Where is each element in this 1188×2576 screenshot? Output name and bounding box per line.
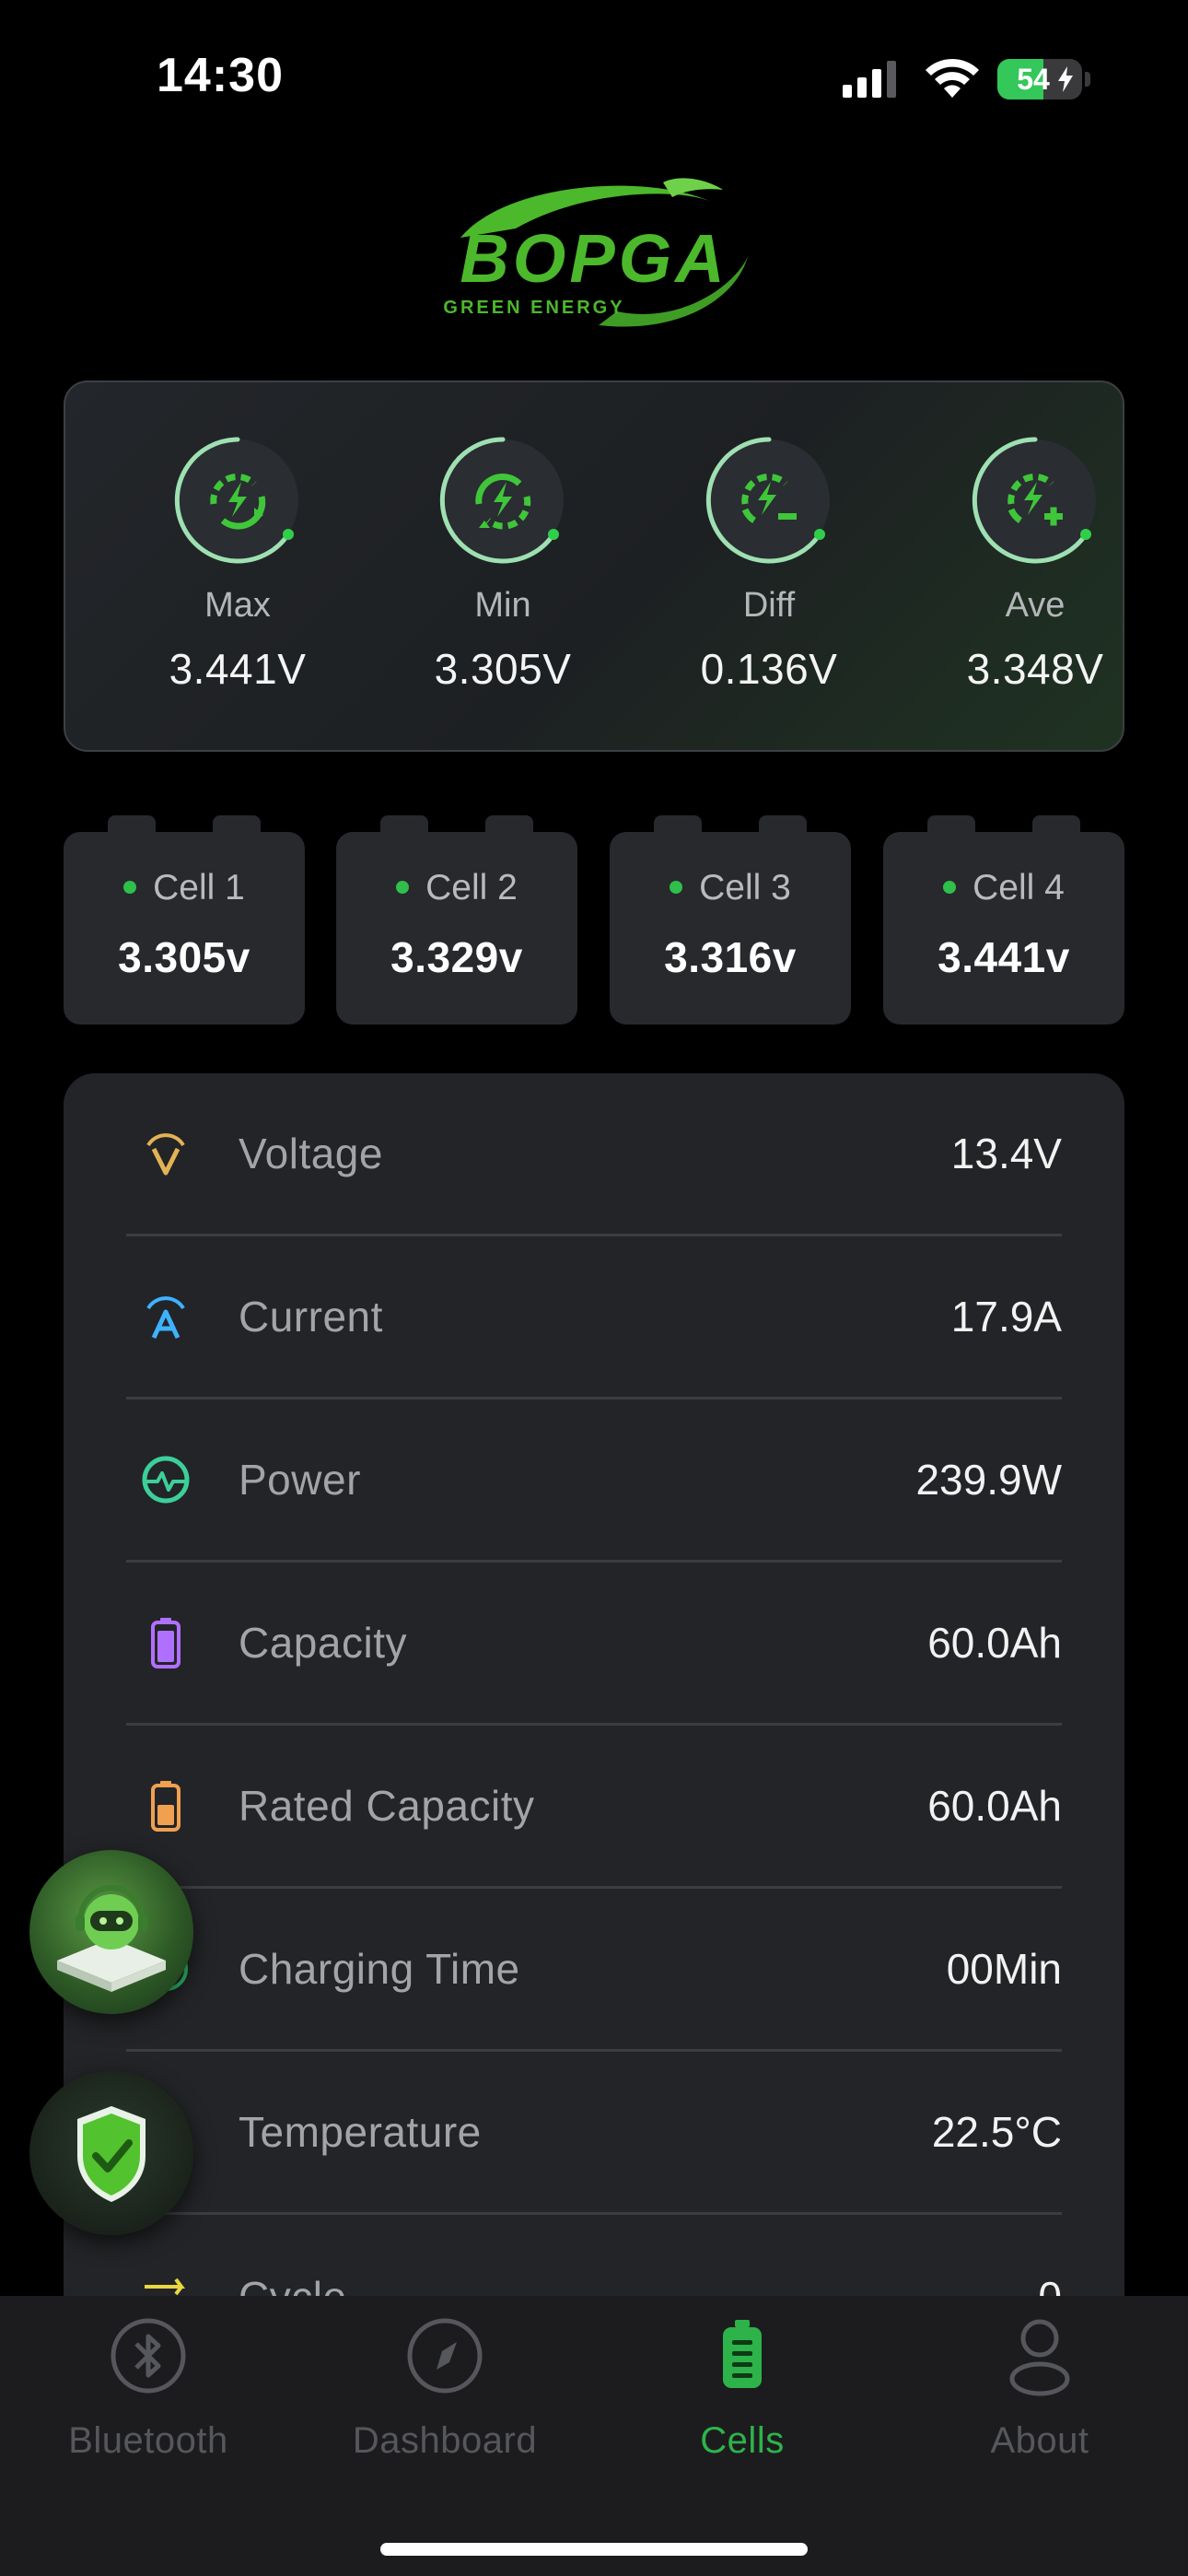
brand-name: BOPGA — [460, 220, 728, 297]
wifi-icon — [926, 58, 979, 98]
summary-ave: Ave 3.348V — [934, 433, 1136, 694]
metric-label: Temperature — [239, 2108, 482, 2156]
battery-bolt-down-icon — [475, 474, 531, 530]
cell-voltage: 3.305v — [118, 933, 250, 981]
metric-label: Charging Time — [239, 1945, 520, 1993]
rated-capacity-battery-icon — [151, 1781, 181, 1832]
tab-bluetooth[interactable]: Bluetooth — [0, 2314, 297, 2508]
metric-value: 17.9A — [950, 1293, 1062, 1341]
tab-cells[interactable]: Cells — [594, 2314, 891, 2508]
bluetooth-icon — [111, 2318, 186, 2394]
metric-row-rated-capacity: Rated Capacity 60.0Ah — [126, 1726, 1062, 1889]
summary-min: Min 3.305V — [402, 433, 604, 694]
current-icon — [146, 1296, 185, 1340]
summary-label: Diff — [742, 586, 796, 625]
metric-row-current: Current 17.9A — [126, 1236, 1062, 1399]
charging-bolt-icon — [1058, 66, 1073, 92]
compass-icon — [407, 2318, 483, 2394]
cell-name: Cell 2 — [425, 868, 518, 907]
person-icon — [1009, 2319, 1070, 2396]
summary-max: Max 3.441V — [136, 433, 339, 694]
tab-label: About — [990, 2420, 1089, 2461]
summary-label: Ave — [1005, 586, 1066, 625]
metric-label: Rated Capacity — [239, 1782, 535, 1830]
metric-label: Power — [239, 1456, 361, 1504]
cell-body — [64, 832, 305, 1025]
cell-body — [883, 832, 1124, 1025]
cell-status-dot — [396, 880, 410, 894]
summary-value: 0.136V — [700, 645, 838, 693]
metric-row-voltage: Voltage 13.4V — [126, 1073, 1062, 1236]
battery-indicator: 54 — [997, 59, 1082, 100]
voltage-icon — [146, 1133, 185, 1176]
tab-dashboard[interactable]: Dashboard — [297, 2314, 593, 2508]
battery-bolt-up-icon — [210, 474, 266, 530]
cell-card[interactable]: Cell 4 3.441v — [883, 815, 1124, 1025]
status-time: 14:30 — [157, 49, 284, 102]
metric-label: Voltage — [239, 1130, 383, 1177]
metric-row-capacity: Capacity 60.0Ah — [126, 1563, 1062, 1726]
cell-status-dot — [670, 880, 683, 894]
battery-cells-icon — [723, 2320, 762, 2388]
capacity-battery-icon — [151, 1618, 181, 1669]
bottom-tab-bar: Bluetooth Dashboard Cells About — [0, 2296, 1188, 2576]
power-icon — [142, 1456, 190, 1504]
metric-value: 60.0Ah — [927, 1782, 1062, 1830]
cell-name: Cell 4 — [973, 868, 1065, 907]
tab-about[interactable]: About — [891, 2314, 1188, 2508]
metric-value: 13.4V — [950, 1130, 1062, 1177]
metric-row-charging-time: Charging Time 00Min — [126, 1889, 1062, 2052]
summary-diff: Diff 0.136V — [668, 433, 870, 694]
metric-value: 239.9W — [915, 1456, 1062, 1504]
cellular-signal-icon — [843, 61, 896, 98]
cell-body — [610, 832, 851, 1025]
security-shield-button[interactable] — [29, 2071, 193, 2235]
summary-value: 3.441V — [169, 645, 307, 693]
shield-check-icon — [77, 2106, 146, 2202]
metric-label: Current — [239, 1293, 383, 1341]
summary-value: 3.305V — [434, 645, 572, 693]
cell-status-dot — [123, 880, 137, 894]
battery-plus-icon — [1007, 474, 1063, 526]
cell-name: Cell 3 — [699, 868, 791, 907]
cell-name: Cell 1 — [153, 868, 245, 907]
summary-value: 3.348V — [966, 645, 1104, 693]
cell-voltage: 3.441v — [938, 933, 1070, 981]
voltage-summary-card: Max 3.441V Min 3.305V Diff 0.136V Ave 3.… — [64, 381, 1124, 752]
summary-label: Max — [204, 586, 271, 625]
support-robot-icon — [57, 1885, 166, 1992]
home-indicator — [380, 2543, 808, 2556]
metric-value: 60.0Ah — [927, 1619, 1062, 1667]
metric-row-temperature: Temperature 22.5°C — [126, 2052, 1062, 2215]
tab-label: Dashboard — [352, 2420, 538, 2461]
cell-voltage: 3.316v — [664, 933, 797, 981]
battery-minus-icon — [741, 474, 797, 523]
cell-voltage: 3.329v — [390, 933, 523, 981]
metric-value: 22.5°C — [931, 2108, 1062, 2156]
brand-tagline: GREEN ENERGY — [443, 298, 624, 318]
cell-card[interactable]: Cell 1 3.305v — [64, 815, 305, 1025]
cell-card[interactable]: Cell 3 3.316v — [610, 815, 851, 1025]
battery-tip — [1085, 72, 1090, 87]
status-bar: 14:30 54 — [0, 0, 1188, 157]
cell-status-dot — [943, 880, 957, 894]
metric-value: 00Min — [946, 1945, 1062, 1993]
metric-label: Capacity — [239, 1619, 407, 1667]
brand-logo: BOPGA GREEN ENERGY — [443, 178, 748, 327]
metric-row-power: Power 239.9W — [126, 1399, 1062, 1563]
summary-label: Min — [474, 586, 531, 625]
customer-support-button[interactable] — [29, 1850, 193, 2014]
tab-label: Bluetooth — [68, 2420, 228, 2461]
cell-card[interactable]: Cell 2 3.329v — [336, 815, 577, 1025]
cell-body — [336, 832, 577, 1025]
tab-label: Cells — [700, 2420, 785, 2461]
